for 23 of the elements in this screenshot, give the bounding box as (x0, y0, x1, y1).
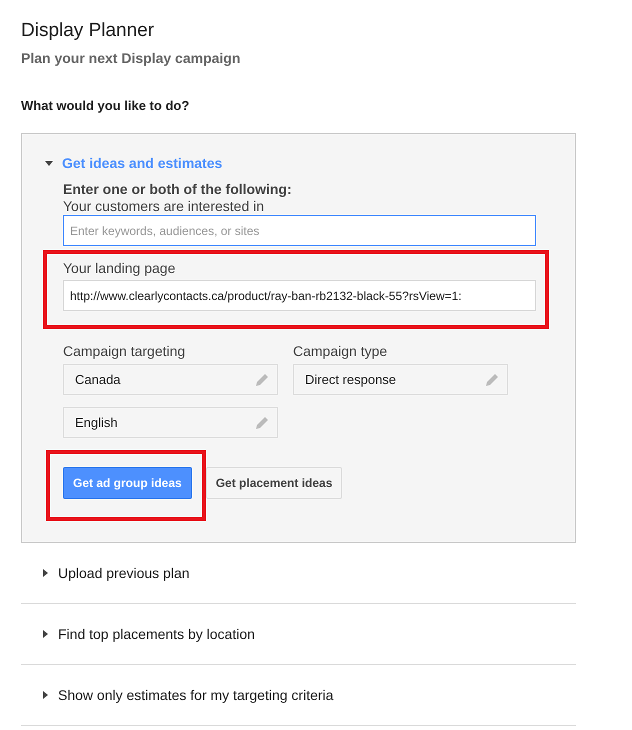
action-button[interactable]: Get placement ideas (206, 467, 342, 500)
question-heading: What would you like to do? (21, 98, 190, 114)
section-link[interactable]: Upload previous plan (58, 564, 190, 582)
selector-value: Canada (75, 372, 121, 388)
field-label: Your customers are interested in (63, 198, 266, 216)
selector-value: Direct response (305, 372, 396, 388)
input-field[interactable]: http://www.clearlycontacts.ca/product/ray-ban-rb2132-black-55?rsView=1: (63, 280, 536, 312)
targeting-selector[interactable]: Canada (63, 364, 278, 396)
field-label: Campaign type (293, 343, 388, 360)
page-title: Display Planner (21, 19, 156, 43)
field-label: Campaign targeting (63, 343, 186, 360)
section-link[interactable]: Find top placements by location (58, 626, 255, 643)
pencil-icon[interactable] (486, 373, 499, 386)
instruction-text: Enter one or both of the following: (63, 181, 293, 198)
pencil-icon[interactable] (256, 373, 269, 386)
selector-value: English (75, 414, 118, 430)
page-subtitle: Plan your next Display campaign (21, 50, 242, 67)
input-field[interactable]: Enter keywords, audiences, or sites (63, 215, 536, 246)
section-link[interactable]: Show only estimates for my targeting criteria (58, 686, 334, 704)
field-label: Your landing page (63, 260, 176, 278)
pencil-icon[interactable] (256, 416, 269, 430)
targeting-selector[interactable]: English (63, 407, 278, 438)
type-selector[interactable]: Direct response (293, 364, 508, 396)
